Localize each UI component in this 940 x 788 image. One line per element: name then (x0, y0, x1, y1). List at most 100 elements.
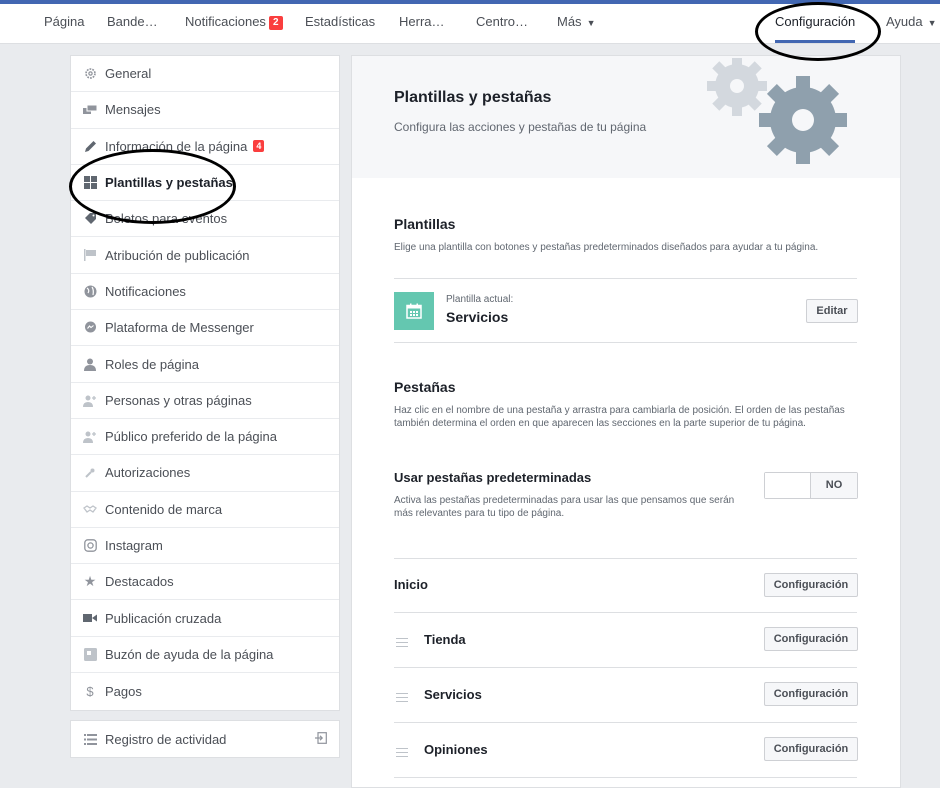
nav-tab-page[interactable]: Página (44, 4, 84, 43)
sidebar-item-templates-tabs[interactable]: Plantillas y pestañas (71, 165, 339, 202)
person-icon (83, 357, 97, 371)
default-tabs-title: Usar pestañas predeterminadas (394, 470, 592, 485)
default-tabs-toggle[interactable]: NO (764, 472, 858, 499)
sidebar-item-notifications[interactable]: Notificaciones (71, 274, 339, 311)
drag-handle-icon[interactable] (396, 693, 408, 705)
sidebar-item-page-roles[interactable]: Roles de página (71, 346, 339, 383)
divider (394, 278, 857, 279)
tab-settings-button[interactable]: Configuración (764, 682, 858, 706)
sidebar-item-label: Notificaciones (105, 283, 186, 299)
sidebar-item-label: Boletos para eventos (105, 211, 228, 227)
page-top-nav: Página Bande… Notificaciones 2 Estadístic… (0, 4, 940, 44)
sidebar-item-messages[interactable]: Mensajes (71, 92, 339, 129)
sidebar-badge: 4 (253, 140, 265, 153)
messenger-icon (83, 321, 97, 335)
default-tabs-description: Activa las pestañas predeterminadas para… (394, 495, 735, 519)
settings-sidebar: General Mensajes Información de la págin… (70, 55, 340, 711)
divider (394, 777, 857, 778)
sidebar-item-support-inbox[interactable]: Buzón de ayuda de la página (71, 637, 339, 674)
nav-help-menu[interactable]: Ayuda ▼ (886, 4, 937, 43)
gear-icon (83, 67, 97, 81)
globe-icon (83, 284, 97, 298)
messages-icon (83, 103, 97, 117)
notification-badge: 2 (268, 16, 283, 30)
nav-tab-tools[interactable]: Herra… (399, 4, 445, 43)
star-icon: ★ (83, 573, 97, 590)
tab-row-label: Inicio (394, 577, 428, 592)
nav-tab-settings[interactable]: Configuración (775, 4, 856, 43)
nav-tab-insights[interactable]: Estadísticas (305, 4, 375, 43)
wrench-icon (83, 466, 97, 480)
sidebar-item-messenger-platform[interactable]: Plataforma de Messenger (71, 310, 339, 347)
tabs-section-title: Pestañas (394, 379, 456, 395)
page-subtitle: Configura las acciones y pestañas de tu … (394, 120, 647, 134)
sidebar-item-label: Publicación cruzada (105, 610, 222, 626)
divider (394, 558, 857, 559)
current-template-value: Servicios (446, 309, 509, 325)
current-template-label: Plantilla actual: (446, 294, 514, 305)
sidebar-item-event-tickets[interactable]: Boletos para eventos (71, 201, 339, 238)
divider (394, 342, 857, 343)
sidebar-item-label: Contenido de marca (105, 501, 223, 517)
sidebar-item-label: Instagram (105, 538, 163, 553)
sidebar-item-label: General (105, 66, 152, 82)
tab-row-label: Servicios (424, 687, 482, 702)
nav-tab-center[interactable]: Centro… (476, 4, 528, 43)
sidebar-item-instagram[interactable]: Instagram (71, 528, 339, 565)
drag-handle-icon[interactable] (396, 748, 408, 760)
sidebar-item-preferred-audience[interactable]: Público preferido de la página (71, 419, 339, 456)
ticket-icon (83, 212, 97, 226)
sidebar-item-label: Información de la página (105, 138, 248, 154)
sidebar-item-label: Personas y otras páginas (105, 392, 252, 408)
tab-row-label: Tienda (424, 632, 466, 647)
sidebar-item-featured[interactable]: ★ Destacados (71, 564, 339, 601)
nav-tab-more[interactable]: Más ▼ (557, 4, 595, 43)
divider (394, 612, 857, 613)
tab-settings-button[interactable]: Configuración (764, 737, 858, 761)
sidebar-item-payments[interactable]: $ Pagos (71, 673, 339, 709)
toggle-state-label: NO (810, 473, 857, 498)
nav-tab-inbox[interactable]: Bande… (107, 4, 158, 43)
flag-icon (83, 248, 97, 262)
divider (394, 722, 857, 723)
nav-tab-label: Herra… (399, 14, 445, 29)
sidebar-item-general[interactable]: General (71, 56, 339, 93)
person-plus-icon (83, 393, 97, 407)
edit-template-button[interactable]: Editar (806, 299, 858, 323)
nav-tab-label: Más (557, 14, 582, 29)
open-external-icon (315, 732, 327, 747)
sidebar-item-label: Destacados (105, 574, 174, 590)
sidebar-item-label: Buzón de ayuda de la página (105, 646, 274, 662)
instagram-icon (83, 539, 97, 553)
handshake-icon (83, 502, 97, 516)
sidebar-item-page-info[interactable]: Información de la página 4 (71, 129, 339, 165)
pencil-icon (83, 139, 97, 153)
activity-log-link[interactable]: Registro de actividad (70, 720, 340, 758)
nav-tab-notifications[interactable]: Notificaciones 2 (185, 4, 283, 43)
nav-tab-label: Configuración (775, 14, 856, 29)
drag-handle-icon[interactable] (396, 638, 408, 650)
tab-settings-button[interactable]: Configuración (764, 573, 858, 597)
sidebar-item-branded-content[interactable]: Contenido de marca (71, 492, 339, 528)
tabs-section-description: Haz clic en el nombre de una pestaña y a… (394, 405, 845, 429)
sidebar-item-people-other-pages[interactable]: Personas y otras páginas (71, 383, 339, 419)
panel-header: Plantillas y pestañas Configura las acci… (352, 56, 900, 178)
sidebar-item-label: Público preferido de la página (105, 429, 278, 445)
sidebar-item-label: Pagos (105, 683, 142, 699)
toggle-knob (765, 473, 812, 498)
nav-tab-label: Notificaciones (185, 14, 266, 29)
video-icon (83, 611, 97, 625)
activity-log-label: Registro de actividad (105, 731, 227, 747)
inbox-icon (83, 647, 97, 661)
nav-tab-label: Estadísticas (305, 14, 376, 29)
sidebar-item-label: Atribución de publicación (105, 247, 250, 263)
caret-down-icon: ▼ (586, 18, 596, 28)
tab-settings-button[interactable]: Configuración (764, 627, 858, 651)
sidebar-item-label: Mensajes (105, 102, 161, 118)
grid-icon (83, 176, 97, 190)
sidebar-item-crossposting[interactable]: Publicación cruzada (71, 600, 339, 637)
templates-section-title: Plantillas (394, 216, 456, 232)
templates-section-description: Elige una plantilla con botones y pestañ… (394, 242, 819, 253)
sidebar-item-attribution[interactable]: Atribución de publicación (71, 237, 339, 274)
sidebar-item-authorizations[interactable]: Autorizaciones (71, 455, 339, 492)
